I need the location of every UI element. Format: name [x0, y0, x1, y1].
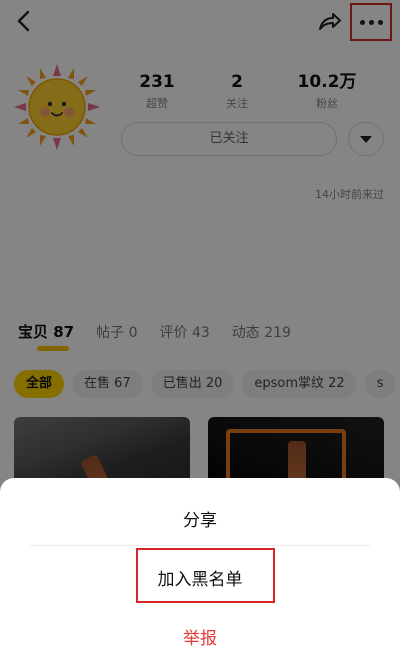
profile-page: 231 超赞 2 关注 10.2万 粉丝 已关注 14小时前来过 宝贝 87 帖… — [0, 0, 400, 672]
share-option[interactable]: 分享 — [0, 506, 400, 531]
report-option[interactable]: 举报 — [0, 624, 400, 649]
highlight-box — [136, 548, 275, 603]
sheet-divider — [30, 545, 370, 546]
